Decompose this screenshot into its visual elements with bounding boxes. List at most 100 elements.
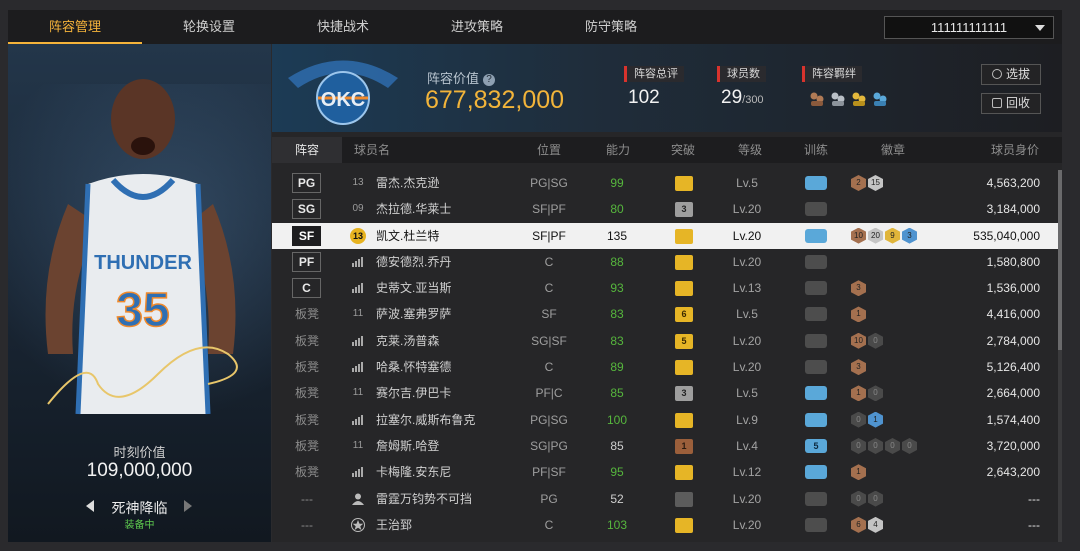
- breakthrough-icon[interactable]: 3: [675, 202, 693, 218]
- breakthrough-icon[interactable]: [675, 281, 693, 297]
- next-skill-arrow-icon[interactable]: [184, 500, 192, 512]
- badge-list[interactable]: 3: [851, 359, 866, 376]
- badge-list[interactable]: 10: [851, 385, 883, 402]
- scrollbar-thumb[interactable]: [1058, 170, 1062, 350]
- training-icon[interactable]: [805, 333, 827, 348]
- player-name[interactable]: 赛尔吉.伊巴卡: [376, 380, 451, 406]
- training-icon[interactable]: [805, 491, 827, 506]
- bond-silver-icon[interactable]: [830, 91, 846, 107]
- slot-position[interactable]: C: [292, 278, 321, 299]
- badge-list[interactable]: 10 20 9 3: [851, 227, 917, 244]
- breakthrough-icon[interactable]: [675, 176, 693, 191]
- tab-offense-strategy[interactable]: 进攻策略: [410, 10, 544, 44]
- col-name[interactable]: 球员名: [354, 137, 390, 163]
- training-icon[interactable]: [805, 307, 827, 322]
- table-row[interactable]: --- 王治郅 C 103 Lv.20 6 4 ---: [272, 512, 1062, 538]
- table-row[interactable]: 板凳 拉塞尔.威斯布鲁克 PG|SG 100 Lv.9 0 1 1,574,400: [272, 407, 1062, 433]
- slot-label: 板凳: [294, 465, 319, 480]
- table-row[interactable]: 板凳 克莱.汤普森 SG|SF 83 5 Lv.20 10 0 2,784,000: [272, 328, 1062, 354]
- tab-defense-strategy[interactable]: 防守策略: [544, 10, 678, 44]
- help-icon[interactable]: ?: [483, 73, 496, 86]
- player-name[interactable]: 杰拉德.华莱士: [376, 196, 451, 222]
- bond-blue-icon[interactable]: [872, 91, 888, 107]
- select-button[interactable]: 选拔: [981, 64, 1041, 85]
- breakthrough-icon[interactable]: 6: [675, 307, 693, 323]
- player-name[interactable]: 卡梅隆.安东尼: [376, 459, 451, 485]
- col-ability[interactable]: 能力: [606, 137, 630, 163]
- badge-list[interactable]: 64: [851, 516, 883, 533]
- breakthrough-icon[interactable]: 5: [675, 333, 693, 349]
- training-icon[interactable]: 5: [805, 438, 827, 453]
- badge-list[interactable]: 0000: [851, 437, 917, 454]
- player-name[interactable]: 拉塞尔.威斯布鲁克: [376, 407, 475, 433]
- training-icon[interactable]: [805, 176, 827, 190]
- col-breakthrough[interactable]: 突破: [671, 137, 695, 163]
- badge-list[interactable]: 00: [851, 490, 883, 507]
- player-name[interactable]: 哈桑.怀特塞德: [376, 354, 451, 380]
- slot-position[interactable]: SF: [292, 225, 321, 246]
- slot-position[interactable]: SG: [292, 199, 321, 220]
- player-card[interactable]: THUNDER 35 时刻价值 109,000,000 死神降临 装备中: [8, 44, 271, 542]
- col-position[interactable]: 位置: [537, 137, 561, 163]
- recycle-button[interactable]: 回收: [981, 93, 1041, 114]
- player-name[interactable]: 史蒂文.亚当斯: [376, 275, 451, 301]
- player-name[interactable]: 雷杰.杰克逊: [376, 170, 439, 196]
- training-icon[interactable]: [805, 281, 827, 296]
- bond-gold-icon[interactable]: [851, 91, 867, 107]
- player-name[interactable]: 詹姆斯.哈登: [376, 433, 439, 459]
- training-icon[interactable]: [805, 254, 827, 269]
- training-icon[interactable]: [805, 360, 827, 375]
- tab-lineup-management[interactable]: 阵容管理: [8, 10, 142, 44]
- player-name[interactable]: 克莱.汤普森: [376, 328, 439, 354]
- account-dropdown[interactable]: 111111111111: [884, 16, 1054, 39]
- breakthrough-icon[interactable]: 3: [675, 386, 693, 402]
- table-row[interactable]: 板凳 11 赛尔吉.伊巴卡 PF|C 85 3 Lv.5 1 0 2,664,000: [272, 380, 1062, 406]
- player-name[interactable]: 凯文.杜兰特: [376, 223, 439, 249]
- training-icon[interactable]: [805, 228, 827, 243]
- breakthrough-icon[interactable]: [675, 517, 693, 533]
- badge-list[interactable]: 2 15: [851, 175, 883, 191]
- table-row[interactable]: --- 雷霆万钧势不可挡 PG 52 Lv.20 0 0 ---: [272, 486, 1062, 512]
- player-name[interactable]: 萨波.塞弗罗萨: [376, 301, 451, 327]
- table-row[interactable]: PF 德安德烈.乔丹 C 88 Lv.20 1,580,800: [272, 249, 1062, 275]
- table-row[interactable]: C 史蒂文.亚当斯 C 93 Lv.13 3 1,536,000: [272, 275, 1062, 301]
- training-icon[interactable]: [805, 386, 827, 401]
- table-row[interactable]: 板凳 11 萨波.塞弗罗萨 SF 83 6 Lv.5 1 4,416,000: [272, 301, 1062, 327]
- training-icon[interactable]: [805, 465, 827, 480]
- table-row[interactable]: SG 09 杰拉德.华莱士 SF|PF 80 3 Lv.20 3,184,000: [272, 196, 1062, 222]
- table-row[interactable]: SF 13 凯文.杜兰特 SF|PF 135 Lv.20 10 20 9 3 535,040,000: [272, 222, 1062, 249]
- col-level[interactable]: 等级: [738, 137, 762, 163]
- training-icon[interactable]: [805, 517, 827, 532]
- col-badges[interactable]: 徽章: [881, 137, 905, 163]
- breakthrough-icon[interactable]: 1: [675, 438, 693, 454]
- table-row[interactable]: 板凳 哈桑.怀特塞德 C 89 Lv.20 3 5,126,400: [272, 354, 1062, 380]
- training-icon[interactable]: [805, 412, 827, 427]
- breakthrough-icon[interactable]: [675, 254, 693, 270]
- table-row[interactable]: 板凳 卡梅隆.安东尼 PF|SF 95 Lv.12 1 2,643,200: [272, 459, 1062, 485]
- tab-quick-tactics[interactable]: 快捷战术: [276, 10, 410, 44]
- badge-list[interactable]: 1: [851, 464, 866, 481]
- breakthrough-icon[interactable]: [675, 412, 693, 428]
- col-training[interactable]: 训练: [804, 137, 828, 163]
- badge-list[interactable]: 3: [851, 280, 866, 297]
- slot-position[interactable]: PF: [292, 251, 321, 272]
- tab-rotation-settings[interactable]: 轮换设置: [142, 10, 276, 44]
- player-name[interactable]: 德安德烈.乔丹: [376, 249, 451, 275]
- breakthrough-icon[interactable]: [675, 360, 693, 376]
- table-row[interactable]: 板凳 11 詹姆斯.哈登 SG|PG 85 1 Lv.4 5 0 0 0 0 3,720,000: [272, 433, 1062, 459]
- breakthrough-icon[interactable]: [675, 228, 693, 244]
- badge-list[interactable]: 10 0: [851, 332, 883, 349]
- breakthrough-icon[interactable]: [675, 465, 693, 481]
- badge-list[interactable]: 01: [851, 411, 883, 428]
- bond-icons[interactable]: [809, 91, 888, 107]
- player-name[interactable]: 王治郅: [376, 512, 412, 538]
- training-icon[interactable]: [805, 202, 827, 217]
- slot-position[interactable]: PG: [292, 173, 321, 193]
- player-name[interactable]: 雷霆万钧势不可挡: [376, 486, 472, 512]
- badge-list[interactable]: 1: [851, 306, 866, 323]
- col-price[interactable]: 球员身价: [991, 137, 1039, 163]
- table-row[interactable]: PG 13 雷杰.杰克逊 PG|SG 99 Lv.5 2 15 4,563,200: [272, 170, 1062, 196]
- breakthrough-icon[interactable]: [675, 491, 693, 507]
- bond-bronze-icon[interactable]: [809, 91, 825, 107]
- col-lineup[interactable]: 阵容: [272, 137, 342, 163]
